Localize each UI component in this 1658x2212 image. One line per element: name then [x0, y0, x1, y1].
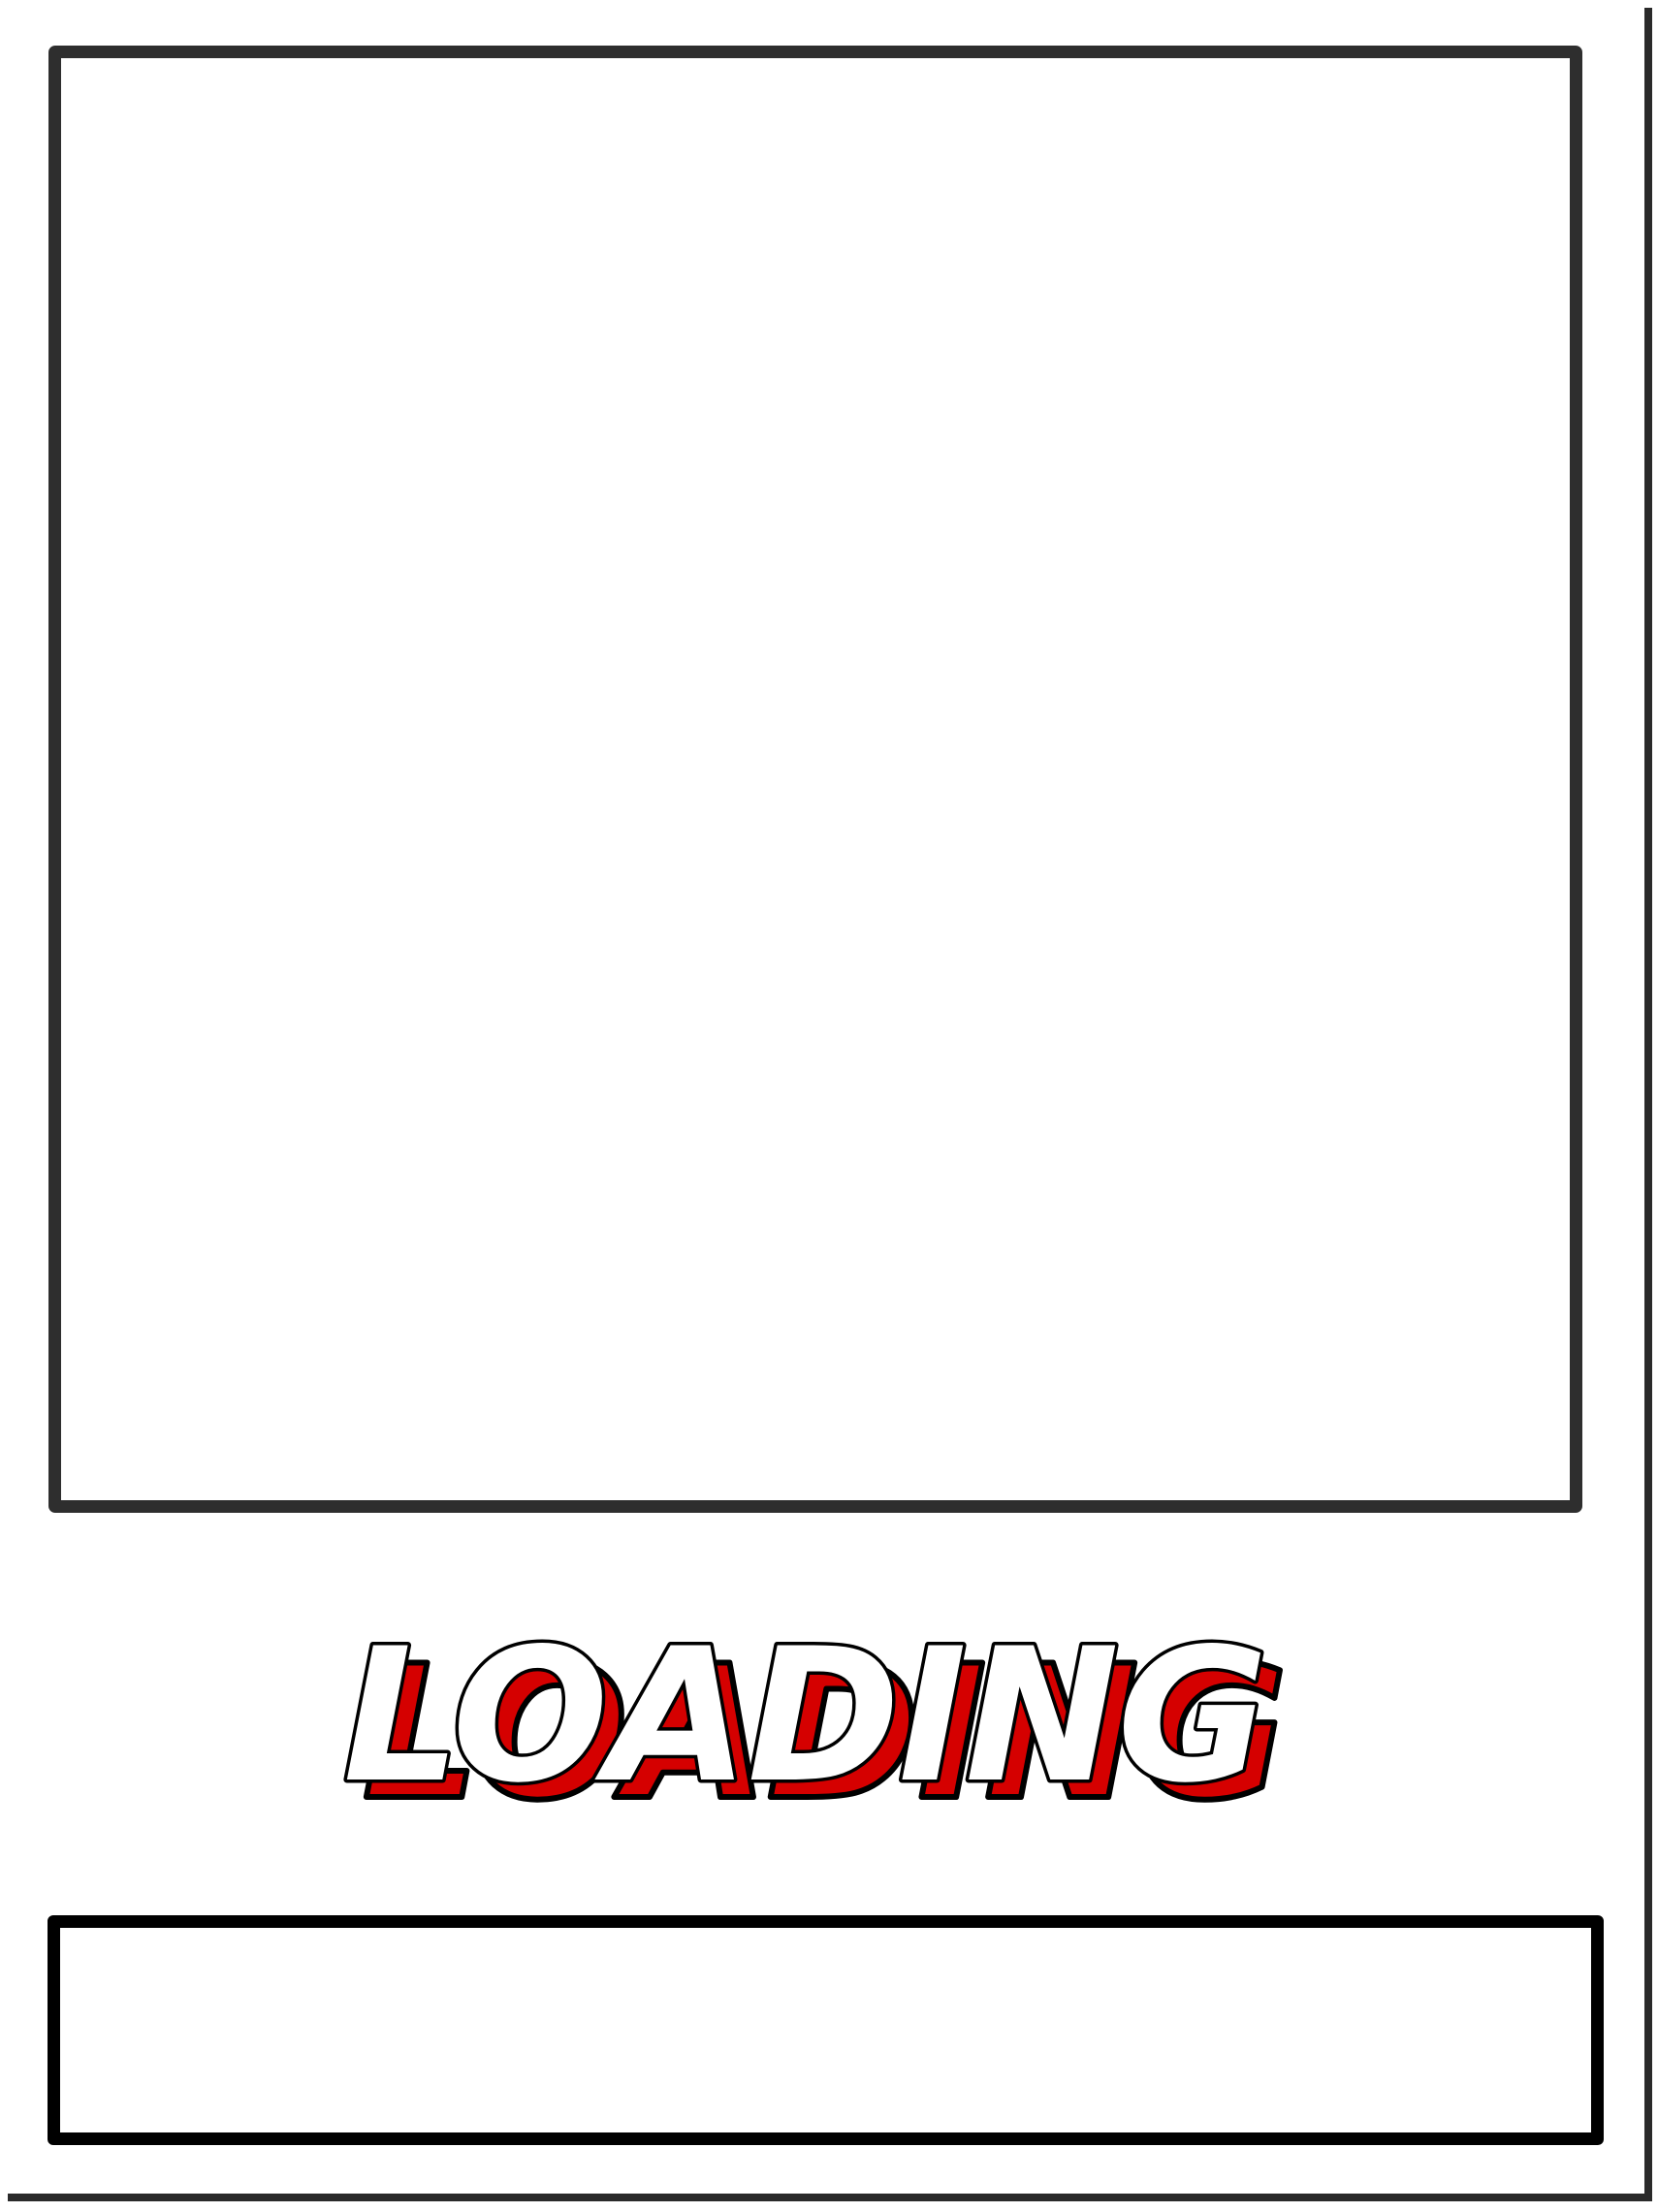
loading-screen: LOADING LOADING	[0, 0, 1644, 2194]
loading-title: LOADING LOADING	[339, 1606, 1299, 1844]
loading-progress-bar	[48, 1915, 1604, 2145]
loading-title-graphic: LOADING LOADING	[339, 1606, 1291, 1844]
preview-image-frame	[48, 46, 1582, 1513]
loading-title-text: LOADING	[343, 1609, 1266, 1823]
